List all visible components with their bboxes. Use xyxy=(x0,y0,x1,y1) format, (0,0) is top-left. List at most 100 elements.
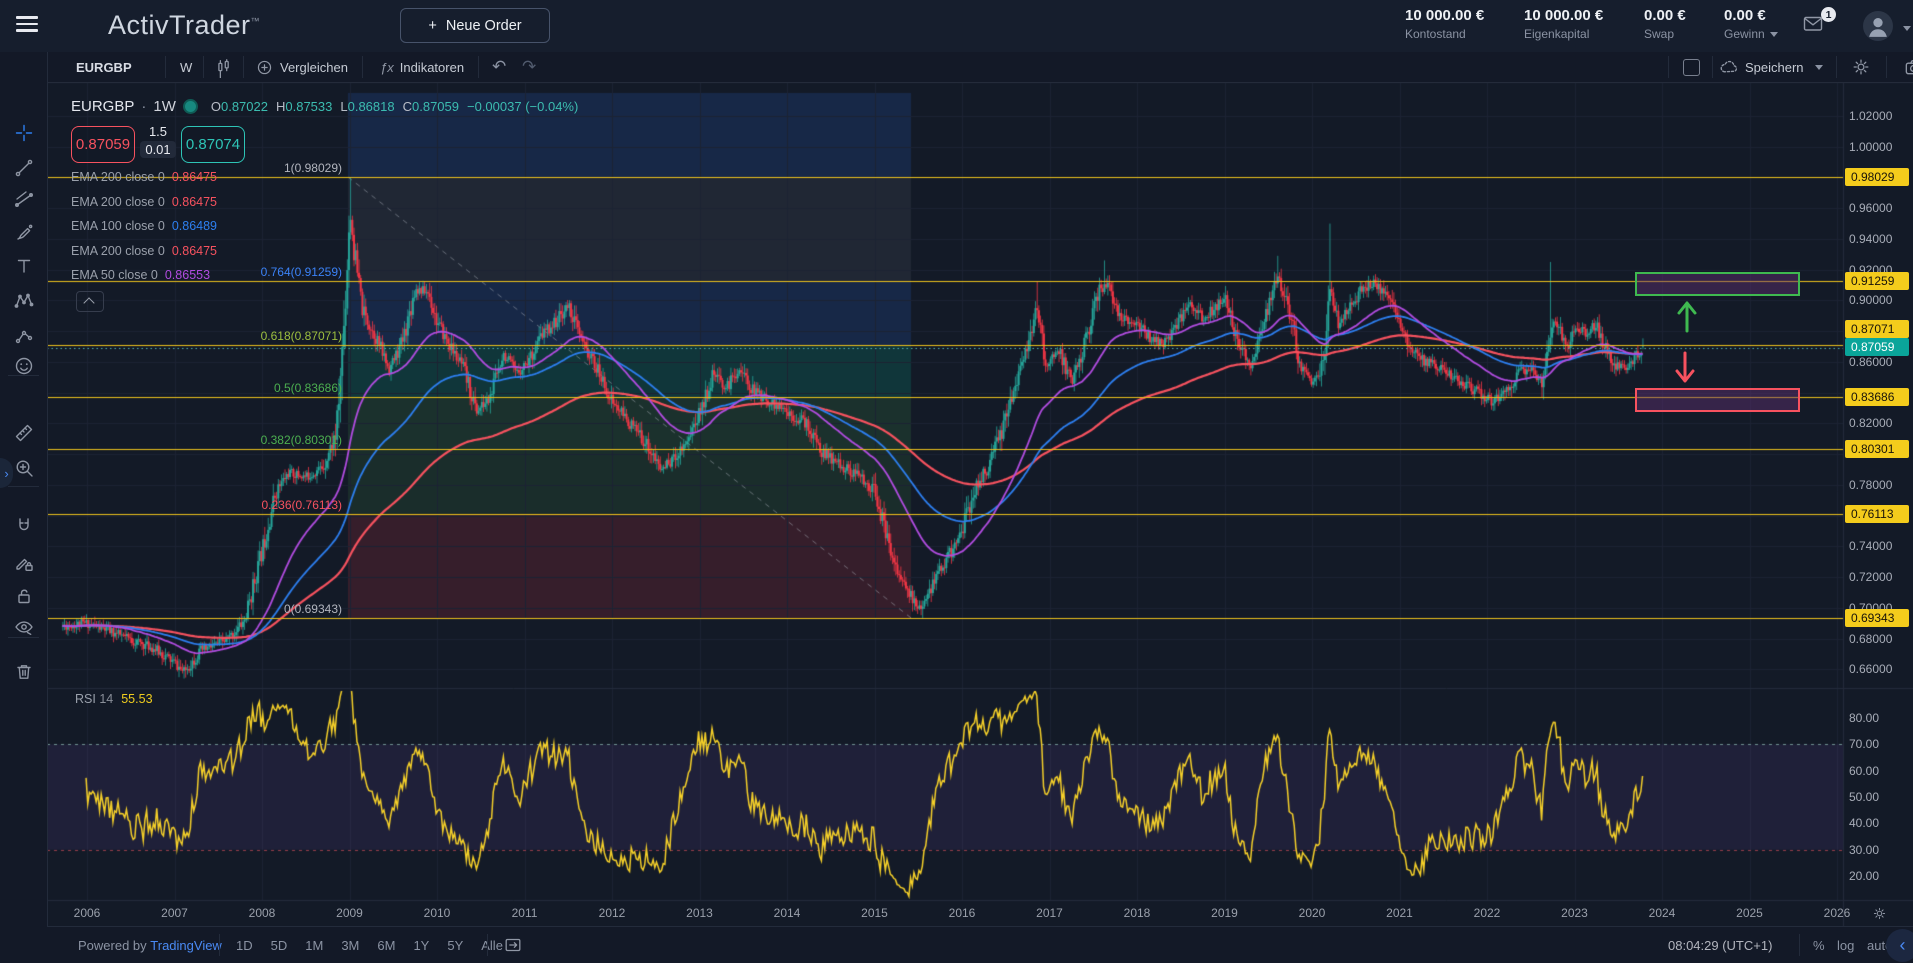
rsi-legend[interactable]: RSI 1455.53 xyxy=(75,692,153,706)
undo-button[interactable]: ↶ xyxy=(492,52,506,82)
time-axis-year[interactable]: 2013 xyxy=(680,906,720,920)
metric-label: Swap xyxy=(1644,27,1686,41)
collapse-panel-chevron[interactable]: ‹ xyxy=(1886,929,1913,962)
fib-level-label: 0.236(0.76113) xyxy=(192,498,342,512)
tool-lock-all[interactable] xyxy=(13,585,35,607)
ema-value: 0.86475 xyxy=(172,170,217,184)
redo-button[interactable]: ↷ xyxy=(522,52,536,82)
time-axis-year[interactable]: 2011 xyxy=(505,906,545,920)
metric-caret-icon[interactable] xyxy=(1770,32,1778,37)
spread-indicator: 1.5 0.01 xyxy=(138,124,178,159)
menu-icon[interactable] xyxy=(16,16,38,32)
range-button-1d[interactable]: 1D xyxy=(236,938,253,953)
time-axis-year[interactable]: 2019 xyxy=(1205,906,1245,920)
time-axis-year[interactable]: 2012 xyxy=(592,906,632,920)
time-axis-year[interactable]: 2024 xyxy=(1642,906,1682,920)
tool-zoom-in[interactable] xyxy=(13,457,35,479)
interval-button[interactable]: W xyxy=(180,52,192,82)
ema-legend-row[interactable]: EMA 200 close 00.86475 xyxy=(71,195,217,211)
time-axis-year[interactable]: 2008 xyxy=(242,906,282,920)
time-axis-year[interactable]: 2022 xyxy=(1467,906,1507,920)
range-button-5y[interactable]: 5Y xyxy=(447,938,463,953)
main-header: ActivTrader™ + Neue Order 10 000.00 €Kon… xyxy=(0,0,1913,52)
time-axis-year[interactable]: 2014 xyxy=(767,906,807,920)
tool-hide-drawings[interactable] xyxy=(13,616,35,638)
tool-crosshair[interactable] xyxy=(13,122,35,144)
price-chart-canvas[interactable] xyxy=(0,0,1913,963)
range-button-1m[interactable]: 1M xyxy=(305,938,323,953)
time-axis-year[interactable]: 2010 xyxy=(417,906,457,920)
activtrader-app: ActivTrader™ + Neue Order 10 000.00 €Kon… xyxy=(0,0,1913,963)
tool-fib-retracement[interactable] xyxy=(13,188,35,210)
time-axis-year[interactable]: 2006 xyxy=(67,906,107,920)
mail-button[interactable]: 1 xyxy=(1800,13,1830,39)
tool-remove-drawings[interactable] xyxy=(13,661,35,683)
ema-legend-row[interactable]: EMA 200 close 00.86475 xyxy=(71,170,217,186)
tool-magnet[interactable] xyxy=(13,515,35,537)
range-button-3m[interactable]: 3M xyxy=(341,938,359,953)
tool-ruler[interactable] xyxy=(13,422,35,444)
range-button-alle[interactable]: Alle xyxy=(481,938,503,953)
rsi-axis-tick: 70.00 xyxy=(1849,737,1879,751)
indicators-button[interactable]: ƒx Indikatoren xyxy=(380,52,464,82)
time-axis-year[interactable]: 2016 xyxy=(942,906,982,920)
ema-legend-row[interactable]: EMA 200 close 00.86475 xyxy=(71,244,217,260)
down-arrow-drawing[interactable] xyxy=(1668,350,1702,388)
tool-trend-line[interactable] xyxy=(13,157,35,179)
time-axis-year[interactable]: 2015 xyxy=(855,906,895,920)
ema-legend-row[interactable]: EMA 50 close 00.86553 xyxy=(71,268,210,284)
demand-zone-box[interactable] xyxy=(1635,388,1800,412)
tradingview-link[interactable]: TradingView xyxy=(150,938,222,953)
time-axis-year[interactable]: 2023 xyxy=(1555,906,1595,920)
ema-value: 0.86489 xyxy=(172,219,217,233)
time-axis-year[interactable]: 2018 xyxy=(1117,906,1157,920)
tool-brush[interactable] xyxy=(13,222,35,244)
timezone-settings-icon[interactable] xyxy=(1872,906,1887,921)
compare-button[interactable]: Vergleichen xyxy=(255,52,348,82)
log-scale-button[interactable]: log xyxy=(1837,927,1854,963)
sell-button[interactable]: 0.87059 xyxy=(71,126,135,163)
tool-emoji[interactable] xyxy=(13,355,35,377)
up-arrow-drawing[interactable] xyxy=(1670,296,1704,334)
clock[interactable]: 08:04:29 (UTC+1) xyxy=(1668,927,1772,963)
time-axis-year[interactable]: 2025 xyxy=(1730,906,1770,920)
collapse-legend-button[interactable] xyxy=(76,291,104,312)
symbol-button[interactable]: EURGBP xyxy=(76,52,132,82)
avatar-caret-icon[interactable] xyxy=(1903,26,1911,31)
go-to-date-button[interactable] xyxy=(503,927,523,963)
tool-text[interactable] xyxy=(13,255,35,277)
chart-legend[interactable]: EURGBP · 1W O0.87022 H0.87533 L0.86818 C… xyxy=(71,98,578,115)
time-axis-year[interactable]: 2026 xyxy=(1817,906,1857,920)
fib-level-label: 0(0.69343) xyxy=(192,602,342,616)
percent-scale-button[interactable]: % xyxy=(1813,927,1825,963)
save-button[interactable]: Speichern xyxy=(1718,52,1823,82)
time-axis-year[interactable]: 2009 xyxy=(330,906,370,920)
ema-value: 0.86553 xyxy=(165,268,210,282)
time-axis-year[interactable]: 2017 xyxy=(1030,906,1070,920)
price-axis-fib-chip: 0.80301 xyxy=(1845,440,1909,458)
price-axis-tick: 0.72000 xyxy=(1849,570,1892,584)
buy-button[interactable]: 0.87074 xyxy=(181,126,245,163)
chart-style-button[interactable] xyxy=(214,52,234,82)
price-axis-tick: 0.90000 xyxy=(1849,293,1892,307)
avatar[interactable] xyxy=(1863,11,1893,41)
time-axis-year[interactable]: 2007 xyxy=(155,906,195,920)
tool-forecast[interactable] xyxy=(13,325,35,347)
range-button-6m[interactable]: 6M xyxy=(377,938,395,953)
fullscreen-checkbox[interactable] xyxy=(1683,59,1700,76)
time-axis-year[interactable]: 2020 xyxy=(1292,906,1332,920)
snapshot-button[interactable] xyxy=(1903,52,1913,82)
sidebar-divider xyxy=(8,486,39,487)
fib-level-label: 0.5(0.83686) xyxy=(192,381,342,395)
tool-xabcd-pattern[interactable] xyxy=(13,290,35,312)
ema-legend-row[interactable]: EMA 100 close 00.86489 xyxy=(71,219,217,235)
chart-settings-button[interactable] xyxy=(1851,52,1871,82)
tool-drawing-lock[interactable] xyxy=(13,552,35,574)
xabcd-pattern-icon xyxy=(13,290,35,312)
time-axis-year[interactable]: 2021 xyxy=(1380,906,1420,920)
supply-zone-box[interactable] xyxy=(1635,272,1800,296)
range-button-5d[interactable]: 5D xyxy=(271,938,288,953)
range-button-1y[interactable]: 1Y xyxy=(413,938,429,953)
new-order-button[interactable]: + Neue Order xyxy=(400,8,550,43)
price-axis-fib-chip: 0.98029 xyxy=(1845,168,1909,186)
